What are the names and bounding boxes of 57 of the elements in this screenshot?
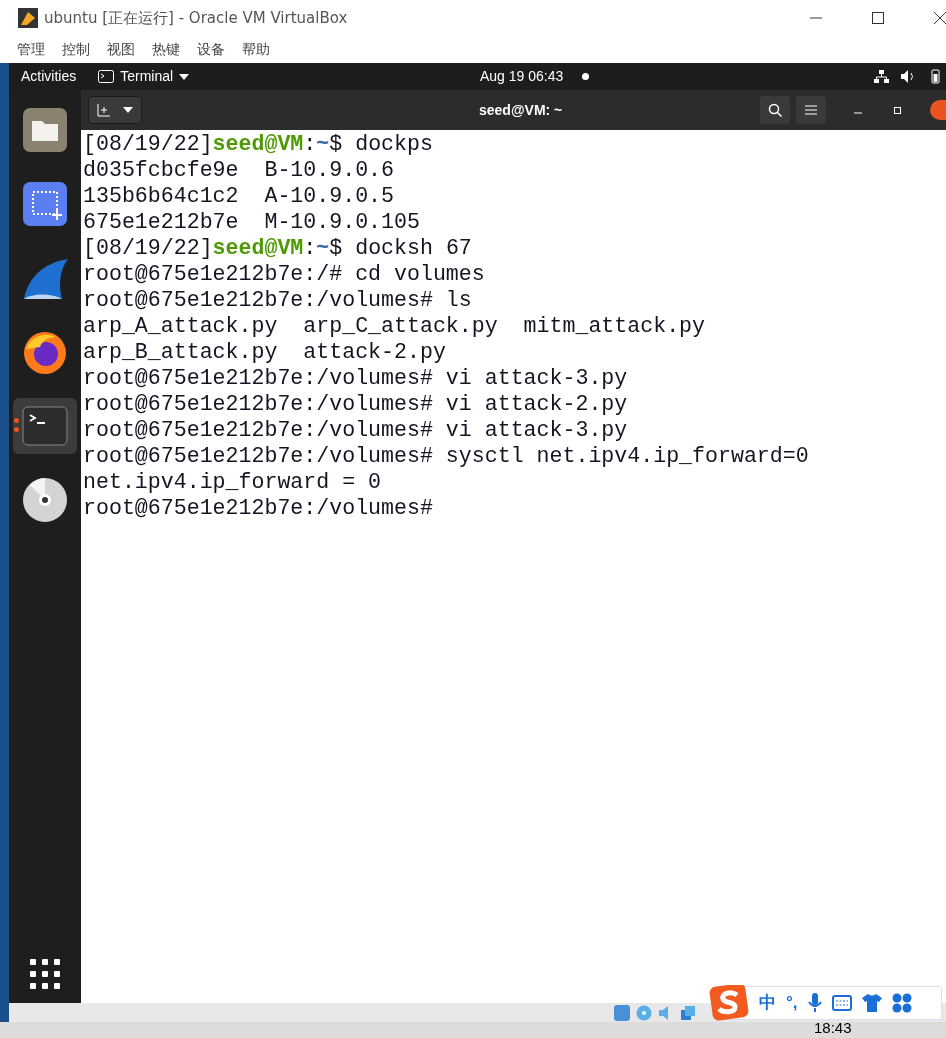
- grid-icon[interactable]: [891, 993, 912, 1013]
- maximize-icon[interactable]: [872, 12, 884, 24]
- terminal-line: root@675e1e212b7e:/volumes# ls: [83, 287, 473, 313]
- terminal-line: net.ipv4.ip_forward = 0: [83, 469, 383, 495]
- terminal-line: 675e1e212b7e M-10.9.0.105: [83, 209, 421, 235]
- sogou-logo-icon[interactable]: [709, 985, 749, 1021]
- ime-punctuation[interactable]: °,: [786, 990, 798, 1016]
- search-button[interactable]: [760, 96, 790, 124]
- menu-item[interactable]: 热键: [152, 39, 180, 60]
- caret-icon: [179, 73, 190, 80]
- terminal-line: [08/19/22]seed@VM:~$ docksh 67: [83, 235, 473, 261]
- keyboard-icon[interactable]: [831, 995, 852, 1011]
- disc-icon: [22, 477, 68, 523]
- menu-item[interactable]: 帮助: [242, 39, 270, 60]
- ime-language[interactable]: 中: [759, 990, 776, 1016]
- folder-icon: [23, 108, 67, 152]
- caret-icon: [123, 107, 133, 113]
- terminal-line: [08/19/22]seed@VM:~$ dockps: [83, 131, 434, 157]
- terminal-line: 135b6b64c1c2 A-10.9.0.5: [83, 183, 395, 209]
- menu-item[interactable]: 管理: [17, 39, 45, 60]
- terminal-line: root@675e1e212b7e:/volumes# sysctl net.ipv4.ip_forward=0: [83, 443, 810, 469]
- terminal-icon: [22, 406, 68, 446]
- terminal-line: root@675e1e212b7e:/volumes# vi attack-2.py: [83, 391, 629, 417]
- menu-icon: [805, 105, 817, 115]
- terminal-line: root@675e1e212b7e:/volumes#: [83, 495, 434, 521]
- terminal-line: arp_B_attack.py attack-2.py: [83, 339, 447, 365]
- terminal-line: root@675e1e212b7e:/volumes# vi attack-3.py: [83, 417, 629, 443]
- close-button[interactable]: [930, 100, 946, 120]
- terminal-line: arp_A_attack.py arp_C_attack.py mitm_attack.py: [83, 313, 706, 339]
- restore-icon[interactable]: [894, 106, 902, 114]
- firefox-icon: [22, 329, 68, 375]
- microphone-icon[interactable]: [807, 993, 822, 1013]
- new-tab-button[interactable]: [88, 96, 142, 124]
- close-icon[interactable]: [934, 12, 946, 24]
- taskbar-clock[interactable]: 18:43: [814, 1022, 852, 1037]
- menu-item[interactable]: 视图: [107, 39, 135, 60]
- terminal-line: root@675e1e212b7e:/volumes# vi attack-3.py: [83, 365, 629, 391]
- window-title: ubuntu [正在运行] - Oracle VM VirtualBox: [44, 7, 348, 29]
- terminal-line: d035fcbcfe9e B-10.9.0.6: [83, 157, 395, 183]
- menu-item[interactable]: 控制: [62, 39, 90, 60]
- new-tab-icon: [97, 103, 111, 117]
- app-grid-icon[interactable]: [30, 959, 60, 989]
- terminal-line: root@675e1e212b7e:/# cd volumes: [83, 261, 486, 287]
- terminal-icon: [98, 70, 115, 83]
- search-icon: [768, 103, 782, 117]
- menu-item[interactable]: 设备: [197, 39, 225, 60]
- terminal-title: seed@VM: ~: [479, 100, 563, 120]
- network-icon[interactable]: [874, 70, 889, 83]
- virtualbox-icon: [18, 8, 38, 28]
- screenshot-icon: [23, 182, 67, 226]
- menu-button[interactable]: [796, 96, 826, 124]
- app-menu[interactable]: Terminal: [98, 66, 190, 87]
- volume-icon[interactable]: [901, 70, 916, 83]
- activities-button[interactable]: Activities: [21, 66, 77, 87]
- clock[interactable]: Aug 19 06:43: [480, 66, 564, 87]
- battery-icon[interactable]: [928, 69, 942, 84]
- shirt-icon[interactable]: [861, 994, 882, 1012]
